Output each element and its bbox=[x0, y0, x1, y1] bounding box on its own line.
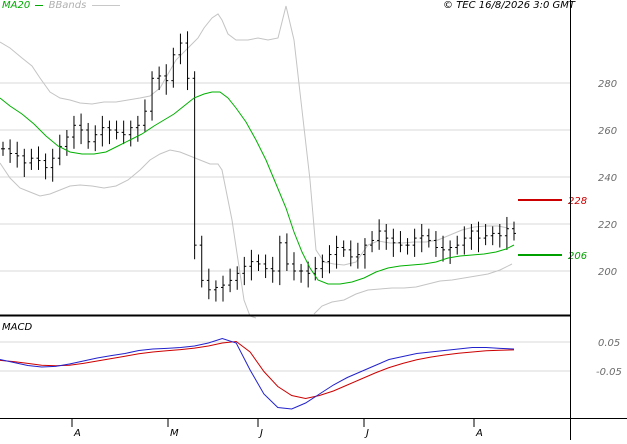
ohlc-bar bbox=[398, 231, 403, 253]
macd-tick: -0.05 bbox=[596, 367, 622, 378]
ohlc-bar bbox=[426, 228, 431, 248]
ohlc-bar bbox=[213, 280, 218, 302]
price-frame bbox=[1, 1, 571, 315]
ohlc-bar bbox=[29, 148, 34, 170]
ohlc-bar bbox=[8, 139, 13, 163]
legend-ma20: MA20 bbox=[2, 0, 31, 11]
x-tick-label: J bbox=[258, 428, 263, 439]
ohlc-bar bbox=[497, 224, 502, 248]
legend-ma20-swatch bbox=[35, 4, 44, 6]
ohlc-bar bbox=[107, 120, 112, 145]
ohlc-bar bbox=[36, 146, 41, 170]
bb-lower bbox=[0, 149, 257, 319]
legend-bbands: BBands bbox=[48, 0, 87, 11]
ohlc-bar bbox=[284, 233, 289, 271]
ohlc-bar bbox=[277, 235, 282, 286]
ohlc-bar bbox=[206, 268, 211, 300]
ohlc-bar bbox=[355, 242, 360, 269]
ohlc-bar bbox=[249, 249, 254, 281]
ohlc-bar bbox=[192, 71, 197, 260]
ohlc-bar bbox=[228, 268, 233, 293]
ohlc-bar bbox=[71, 115, 76, 149]
ohlc-bar bbox=[263, 254, 268, 279]
ohlc-bar bbox=[135, 115, 140, 142]
legend: MA20 BBands bbox=[2, 0, 120, 11]
ohlc-bar bbox=[327, 245, 332, 274]
ohlc-bar bbox=[405, 238, 410, 255]
ohlc-bar bbox=[291, 252, 296, 281]
ohlc-bar bbox=[362, 238, 367, 269]
ohlc-bar bbox=[121, 120, 126, 145]
ohlc-bar bbox=[504, 216, 509, 250]
ohlc-bar bbox=[384, 224, 389, 250]
ohlc-bar bbox=[270, 256, 275, 283]
y-tick-label: 220 bbox=[598, 220, 617, 231]
ohlc-bar bbox=[57, 134, 62, 166]
ohlc-bar bbox=[199, 235, 204, 288]
x-tick-label: J bbox=[364, 428, 369, 439]
ohlc-bar bbox=[462, 226, 467, 255]
ohlc-bar bbox=[100, 115, 105, 147]
x-tick-label: M bbox=[170, 428, 179, 439]
y-tick-label: 280 bbox=[598, 79, 617, 90]
ohlc-bar bbox=[448, 240, 453, 264]
ohlc-bar bbox=[348, 240, 353, 267]
ohlc-bar bbox=[455, 235, 460, 255]
ohlc-bar bbox=[235, 266, 240, 290]
ohlc-bar bbox=[341, 240, 346, 257]
ohlc-bar bbox=[419, 224, 424, 253]
y-tick-label: 260 bbox=[598, 126, 617, 137]
macd-panel: MACD 0.05 -0.05 bbox=[0, 322, 622, 410]
x-tick-label: A bbox=[73, 428, 81, 439]
ohlc-bar bbox=[43, 153, 48, 180]
ohlc-bar bbox=[185, 31, 190, 91]
ohlc-bar bbox=[433, 231, 438, 257]
price-levels: 228206 bbox=[518, 196, 587, 262]
ohlc-bar bbox=[142, 99, 147, 133]
ohlc-bar bbox=[256, 254, 261, 271]
ohlc-bar bbox=[412, 228, 417, 257]
macd-tick: 0.05 bbox=[598, 338, 620, 349]
ohlc-bar bbox=[64, 130, 69, 156]
ohlc-bar bbox=[1, 141, 5, 156]
macd-title: MACD bbox=[2, 322, 32, 333]
ohlc-bar bbox=[128, 120, 133, 147]
y-tick-labels: 200 220 240 260 280 bbox=[598, 79, 617, 278]
ohlc-bar bbox=[15, 141, 20, 168]
y-tick-label: 240 bbox=[598, 173, 617, 184]
chart-svg: 228206 200 220 240 260 280 MACD 0.05 -0.05 A M J… bbox=[0, 0, 627, 440]
legend-bbands-swatch bbox=[91, 4, 120, 6]
ohlc-bar bbox=[370, 231, 375, 253]
ohlc-bar bbox=[221, 275, 226, 302]
ohlc-bar bbox=[483, 224, 488, 246]
ohlc-bar bbox=[490, 226, 495, 246]
copyright-text: © TEC 16/8/2026 3:0 GMT bbox=[443, 0, 575, 11]
y-tick-label: 200 bbox=[598, 267, 617, 278]
x-tick-label: A bbox=[475, 428, 483, 439]
signal-line bbox=[0, 340, 515, 400]
ohlc-bar bbox=[313, 256, 318, 281]
macd-line bbox=[0, 337, 515, 410]
ma20-path bbox=[0, 91, 515, 285]
ohlc-bar bbox=[79, 113, 84, 145]
ohlc-bar bbox=[93, 125, 98, 152]
chart-canvas: 228 206 200 220 240 260 280 MACD 0.05 -0.05 A M J… bbox=[0, 0, 627, 440]
x-tick-labels: AMJJA bbox=[71, 419, 483, 439]
ohlc-bar bbox=[22, 148, 27, 177]
ohlc-bar bbox=[86, 122, 91, 149]
ma20-line bbox=[0, 91, 515, 285]
ohlc-bar bbox=[441, 235, 446, 262]
ohlc-bar bbox=[299, 263, 304, 283]
ohlc-bar bbox=[178, 33, 183, 65]
